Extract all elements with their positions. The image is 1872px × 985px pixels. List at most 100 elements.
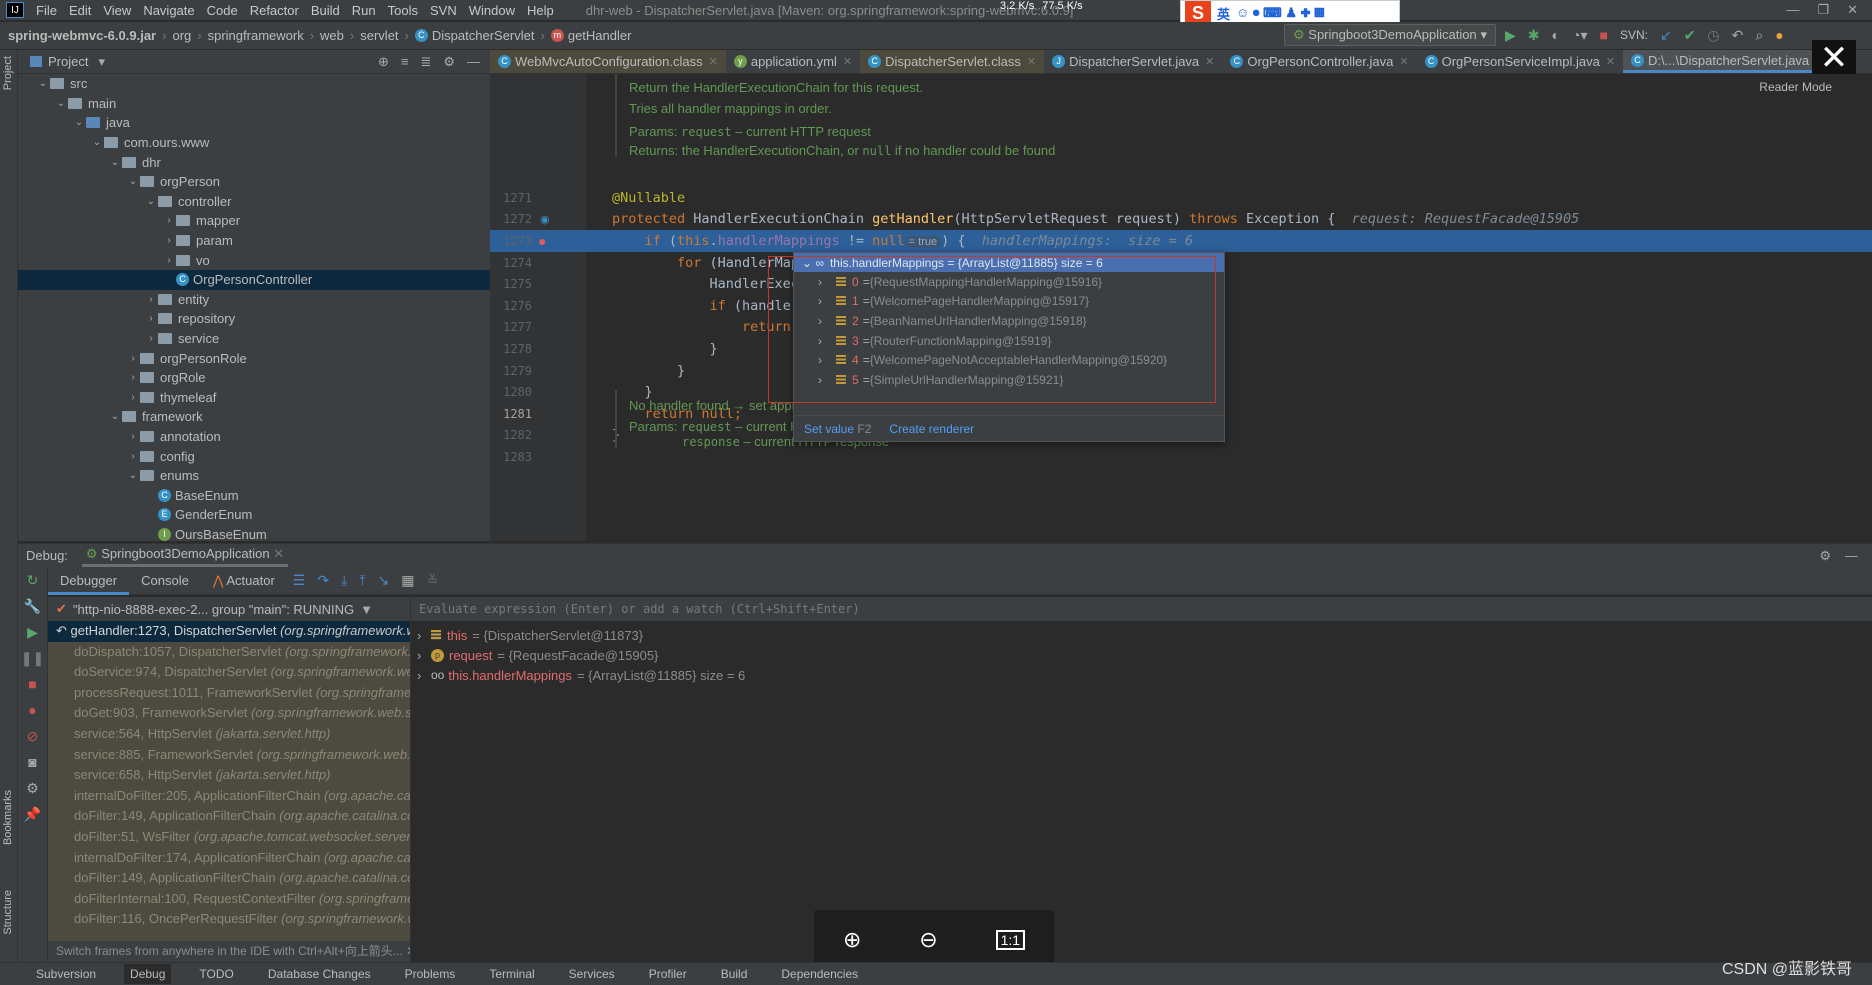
menu-build[interactable]: Build — [311, 3, 340, 18]
tree-item[interactable]: › repository — [18, 309, 490, 329]
evaluate-expression-input[interactable]: Evaluate expression (Enter) or add a wat… — [410, 597, 1872, 621]
stack-frame[interactable]: doFilter:149, ApplicationFilterChain (or… — [48, 868, 410, 889]
editor-tab[interactable]: CD:\...\DispatcherServlet.java✕ — [1623, 50, 1833, 73]
close-window-button[interactable]: ✕ — [1847, 2, 1858, 18]
close-viewer-button[interactable]: ✕ — [1812, 40, 1856, 78]
toolwindow-terminal[interactable]: Terminal — [483, 964, 540, 984]
step-over-icon[interactable]: ↷ — [317, 572, 329, 589]
chevron-right-icon[interactable]: › — [126, 353, 140, 364]
menu-refactor[interactable]: Refactor — [250, 3, 299, 18]
breakpoint-icon[interactable]: ● — [538, 233, 546, 249]
stack-frame[interactable]: processRequest:1011, FrameworkServlet (o… — [48, 683, 410, 704]
menu-help[interactable]: Help — [527, 3, 554, 18]
thread-select[interactable]: ✔ "http-nio-8888-exec-2... group "main":… — [48, 597, 410, 621]
step-into-icon[interactable]: ⤓ — [341, 572, 347, 589]
override-gutter-icon[interactable]: ◉ — [540, 213, 550, 226]
chevron-down-icon[interactable]: ⌄ — [54, 98, 68, 109]
camera-icon[interactable]: ◙ — [18, 749, 47, 775]
stack-frame[interactable]: service:564, HttpServlet (jakarta.servle… — [48, 724, 410, 745]
view-breakpoints-icon[interactable]: ● — [18, 697, 47, 723]
stack-frame[interactable]: service:885, FrameworkServlet (org.sprin… — [48, 745, 410, 766]
filter-icon[interactable]: ▼ — [360, 602, 373, 617]
menu-edit[interactable]: Edit — [69, 3, 91, 18]
breadcrumb-item[interactable]: spring-webmvc-6.0.9.jar — [8, 28, 156, 43]
debug-icon[interactable]: ✱ — [1528, 27, 1540, 44]
menu-tools[interactable]: Tools — [388, 3, 418, 18]
close-tab-icon[interactable]: ✕ — [709, 55, 718, 68]
chevron-right-icon[interactable]: › — [126, 372, 140, 383]
svn-update-icon[interactable]: ↙ — [1660, 27, 1672, 44]
tab-debugger[interactable]: Debugger — [48, 567, 130, 595]
editor-tab[interactable]: J DispatcherServlet.java ✕ — [1044, 50, 1222, 73]
variable-row[interactable]: › oo this.handlerMappings = {ArrayList@1188… — [411, 665, 1872, 685]
coverage-icon[interactable]: ◐ — [1552, 27, 1560, 43]
create-renderer-link[interactable]: Create renderer — [889, 422, 974, 436]
zoom-in-icon[interactable]: ⊕ — [843, 927, 861, 953]
stop-icon[interactable]: ■ — [1599, 27, 1607, 43]
tree-item[interactable]: ⌄ com.ours.www — [18, 133, 490, 153]
editor-tab[interactable]: C WebMvcAutoConfiguration.class ✕ — [490, 50, 726, 73]
toolwindow-services[interactable]: Services — [563, 964, 621, 984]
zoom-out-icon[interactable]: ⊖ — [919, 927, 937, 953]
chevron-right-icon[interactable]: › — [126, 451, 140, 462]
locate-icon[interactable]: ⊕ — [378, 54, 389, 70]
code-line[interactable]: 1271 @Nullable — [490, 187, 1872, 209]
ime-language[interactable]: 英 — [1217, 4, 1230, 23]
run-to-cursor-icon[interactable]: ↘ — [378, 572, 390, 589]
toolwindow-debug[interactable]: Debug — [124, 964, 172, 984]
chevron-down-icon[interactable]: ⌄ — [126, 176, 140, 187]
menu-code[interactable]: Code — [207, 3, 238, 18]
resume-icon[interactable]: ▶ — [18, 619, 47, 645]
close-tab-icon[interactable]: ✕ — [1027, 55, 1036, 68]
structure-tool-button[interactable]: Structure — [2, 890, 14, 935]
toolwindow-todo[interactable]: TODO — [193, 964, 239, 984]
collapse-all-icon[interactable]: ≣ — [420, 54, 431, 70]
svn-commit-icon[interactable]: ✔ — [1684, 27, 1696, 44]
tree-item[interactable]: › thymeleaf — [18, 388, 490, 408]
code-line[interactable]: 1272 ◉ protected HandlerExecutionChain get… — [490, 209, 1872, 231]
stack-frame[interactable]: ↶ getHandler:1273, DispatcherServlet (or… — [48, 621, 410, 642]
stack-frame[interactable]: service:658, HttpServlet (jakarta.servle… — [48, 765, 410, 786]
tree-item[interactable]: › orgRole — [18, 368, 490, 388]
mute-breakpoints-icon[interactable]: ⊘ — [18, 723, 47, 749]
menu-navigate[interactable]: Navigate — [143, 3, 194, 18]
tree-item[interactable]: › entity — [18, 290, 490, 310]
chevron-right-icon[interactable]: › — [126, 392, 140, 403]
run-configuration-select[interactable]: ⚙ Springboot3DemoApplication ▾ — [1284, 24, 1496, 46]
breadcrumb-item[interactable]: servlet — [360, 28, 398, 43]
project-view-select[interactable]: Project — [48, 54, 88, 69]
evaluate-icon[interactable]: ▦ — [401, 572, 414, 589]
chevron-down-icon[interactable]: ⌄ — [108, 411, 122, 422]
close-tab-icon[interactable]: ✕ — [843, 55, 852, 68]
breadcrumb-item[interactable]: org — [172, 28, 191, 43]
chevron-down-icon[interactable]: ⌄ — [36, 78, 50, 89]
trace-icon[interactable]: ≚ — [426, 572, 438, 589]
menu-svn[interactable]: SVN — [430, 3, 457, 18]
tree-item[interactable]: › annotation — [18, 427, 490, 447]
actual-size-button[interactable]: 1:1 — [995, 930, 1026, 950]
stack-frame[interactable]: internalDoFilter:205, ApplicationFilterC… — [48, 786, 410, 807]
editor-tab[interactable]: C OrgPersonServiceImpl.java ✕ — [1417, 50, 1623, 73]
expand-all-icon[interactable]: ≡ — [401, 54, 409, 70]
tree-item[interactable]: › mapper — [18, 211, 490, 231]
reader-mode-toggle[interactable]: Reader Mode — [1759, 80, 1832, 94]
tree-item[interactable]: › config — [18, 446, 490, 466]
history-icon[interactable]: ◷ — [1707, 27, 1719, 44]
tree-item[interactable]: › orgPersonRole — [18, 348, 490, 368]
layout-icon[interactable]: ☰ — [293, 572, 306, 589]
hide-icon[interactable]: — — [467, 54, 480, 70]
restore-button[interactable]: ❐ — [1817, 2, 1829, 18]
tree-item[interactable]: › param — [18, 231, 490, 251]
tree-item[interactable]: ⌄ java — [18, 113, 490, 133]
frames-list[interactable]: ↶ getHandler:1273, DispatcherServlet (or… — [48, 621, 410, 941]
menu-window[interactable]: Window — [469, 3, 515, 18]
close-tab-icon[interactable]: ✕ — [1606, 55, 1615, 68]
chevron-right-icon[interactable]: › — [417, 628, 431, 643]
tree-item[interactable]: ⌄ main — [18, 94, 490, 114]
chevron-right-icon[interactable]: › — [144, 333, 158, 344]
chevron-down-icon[interactable]: ⌄ — [72, 117, 86, 128]
chevron-down-icon[interactable]: ⌄ — [144, 196, 158, 207]
minimize-button[interactable]: — — [1786, 2, 1799, 18]
variable-row[interactable]: › this = {DispatcherServlet@11873} — [411, 625, 1872, 645]
tree-item[interactable]: I OursBaseEnum — [18, 525, 490, 541]
